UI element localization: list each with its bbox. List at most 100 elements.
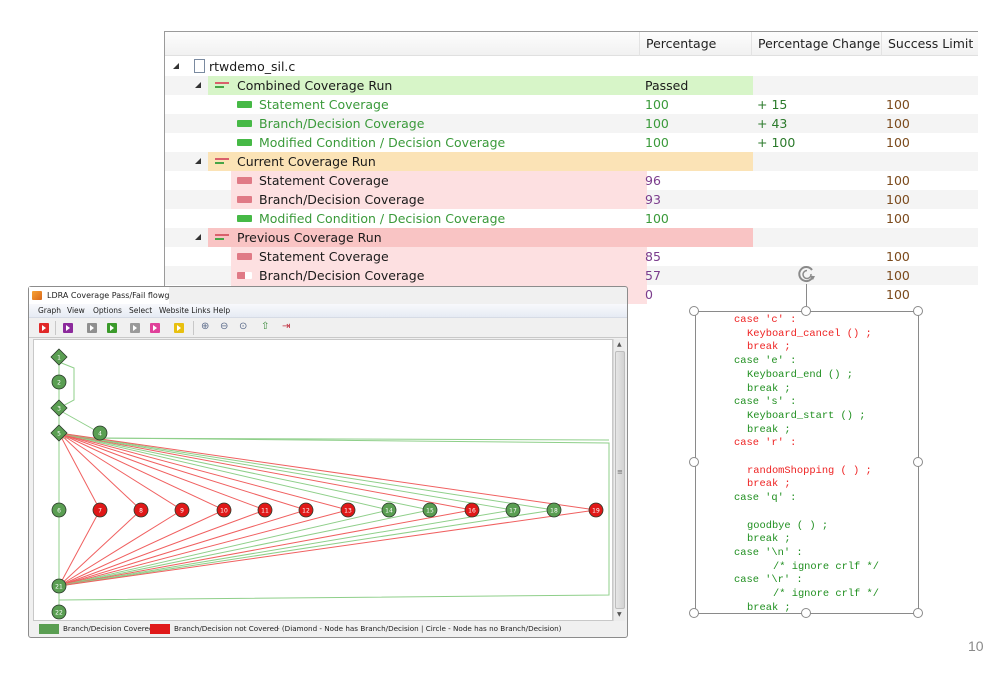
coverage-metric-label: Statement Coverage xyxy=(259,173,389,188)
success-limit-value: 100 xyxy=(886,192,910,207)
scrollbar-thumb[interactable] xyxy=(615,351,625,609)
coverage-run-row[interactable]: Previous Coverage Run xyxy=(165,228,978,247)
code-line: Keyboard_cancel () ; xyxy=(747,327,872,340)
coverage-metric-row[interactable]: Modified Condition / Decision Coverage 10… xyxy=(165,209,978,228)
success-limit-value: 100 xyxy=(886,97,910,112)
flow-red-icon[interactable] xyxy=(39,323,49,333)
go-up-icon[interactable]: ⇧ xyxy=(261,321,269,333)
column-header-percentage[interactable]: Percentage xyxy=(639,32,751,56)
scroll-down-arrow-icon[interactable]: ▼ xyxy=(617,611,622,618)
toolbar: ⊕ ⊖ ⊙ ⇧ ⇥ xyxy=(29,318,627,338)
code-line: case '\n' : xyxy=(734,546,803,559)
menu-website-links[interactable]: Website Links xyxy=(159,304,211,318)
menu-graph[interactable]: Graph xyxy=(38,304,61,318)
zoom-out-icon[interactable]: ⊖ xyxy=(220,321,228,333)
coverage-metric-row[interactable]: Branch/Decision Coverage 100 + 43 100 xyxy=(165,114,978,133)
coverage-run-row[interactable]: Combined Coverage Run Passed xyxy=(165,76,978,95)
resize-handle-top-right[interactable] xyxy=(913,306,923,316)
code-line: case 's' : xyxy=(734,396,797,409)
code-line: break ; xyxy=(747,478,791,491)
flowgraph-node-label: 15 xyxy=(426,508,434,515)
file-row[interactable]: rtwdemo_sil.c xyxy=(165,57,978,76)
column-header-success-limit[interactable]: Success Limit xyxy=(881,32,979,56)
flow-green-icon[interactable] xyxy=(107,323,117,333)
flowgraph-node-label: 17 xyxy=(509,508,517,515)
coverage-run-label: Combined Coverage Run xyxy=(237,78,393,93)
coverage-run-row[interactable]: Current Coverage Run xyxy=(165,152,978,171)
percentage-value: 100 xyxy=(645,135,669,150)
scroll-up-arrow-icon[interactable]: ▲ xyxy=(617,341,622,348)
legend-not-covered-label: Branch/Decision not Covered xyxy=(174,624,279,633)
flow-gray-icon[interactable] xyxy=(87,323,97,333)
flowgraph-node-label: 7 xyxy=(98,508,102,515)
coverage-metric-label: Branch/Decision Coverage xyxy=(259,192,425,207)
flowgraph-node-label: 13 xyxy=(344,508,352,515)
export-icon[interactable]: ⇥ xyxy=(282,321,290,333)
coverage-metric-row[interactable]: Statement Coverage 100 + 15 100 xyxy=(165,95,978,114)
rotate-handle-icon[interactable] xyxy=(797,264,817,284)
menu-options[interactable]: Options xyxy=(93,304,122,318)
flowgraph-node-label: 14 xyxy=(385,508,393,515)
flow-yellow-icon[interactable] xyxy=(174,323,184,333)
code-line: goodbye ( ) ; xyxy=(747,519,829,532)
coverage-metric-label: Modified Condition / Decision Coverage xyxy=(259,135,506,150)
resize-handle-bottom-left[interactable] xyxy=(689,608,699,618)
code-line: /* ignore crlf */ xyxy=(773,560,880,573)
code-line: case 'e' : xyxy=(734,355,797,368)
coverage-bar-icon xyxy=(237,139,252,146)
flow-pink-icon[interactable] xyxy=(150,323,160,333)
menu-select[interactable]: Select xyxy=(129,304,152,318)
legend-note: - (Diamond - Node has Branch/Decision | … xyxy=(277,624,562,633)
flowgraph-node-label: 8 xyxy=(139,508,143,515)
toolbar-separator xyxy=(193,321,194,335)
percentage-value: 93 xyxy=(645,192,661,207)
zoom-fit-icon[interactable]: ⊙ xyxy=(239,321,247,333)
flowgraph-canvas[interactable]: 1 2 3 4 5 6 7 8 9 10 11 12 13 14 15 16 17 18 19 21 22 xyxy=(33,339,613,621)
edge-5-15 xyxy=(58,432,431,511)
coverage-metric-label: Modified Condition / Decision Coverage xyxy=(259,211,506,226)
resize-handle-bottom[interactable] xyxy=(801,608,811,618)
menu-view[interactable]: View xyxy=(67,304,85,318)
flowgraph-node-label: 9 xyxy=(180,508,184,515)
code-line: case 'q' : xyxy=(734,492,797,505)
flow-gray2-icon[interactable] xyxy=(130,323,140,333)
legend-bar: Branch/Decision Covered Branch/Decision … xyxy=(33,622,623,636)
flowgraph-node-label: 19 xyxy=(592,508,600,515)
expand-collapse-icon[interactable] xyxy=(195,234,201,240)
window-title-bar[interactable]: LDRA Coverage Pass/Fail flowgraph xyxy=(29,287,169,304)
percentage-value: 0 xyxy=(645,287,653,302)
coverage-metric-row[interactable]: Branch/Decision Coverage 57 100 xyxy=(165,266,978,285)
code-line: case 'c' : xyxy=(734,314,797,326)
code-line: break ; xyxy=(747,601,791,614)
success-limit-value: 100 xyxy=(886,268,910,283)
coverage-metric-row[interactable]: Branch/Decision Coverage 93 100 xyxy=(165,190,978,209)
resize-handle-left[interactable] xyxy=(689,457,699,467)
edge-5-14 xyxy=(58,432,390,511)
flowgraph-node-label: 18 xyxy=(550,508,558,515)
percentage-change-value: + 100 xyxy=(757,135,796,150)
zoom-in-icon[interactable]: ⊕ xyxy=(201,321,209,333)
coverage-run-label: Previous Coverage Run xyxy=(237,230,382,245)
coverage-bar-icon xyxy=(237,101,252,108)
expand-collapse-icon[interactable] xyxy=(195,82,201,88)
coverage-run-icon xyxy=(215,158,229,164)
flow-purple-icon[interactable] xyxy=(63,323,73,333)
vertical-scrollbar[interactable]: ▲ ≡ ▼ xyxy=(613,339,625,621)
edge-12-21 xyxy=(58,509,307,587)
flowgraph-node-label: 11 xyxy=(261,508,269,515)
expand-collapse-icon[interactable] xyxy=(195,158,201,164)
coverage-metric-row[interactable]: Statement Coverage 85 100 xyxy=(165,247,978,266)
column-header-percentage-change[interactable]: Percentage Change xyxy=(751,32,881,56)
coverage-metric-row[interactable]: Modified Condition / Decision Coverage 10… xyxy=(165,133,978,152)
coverage-metric-row[interactable]: Statement Coverage 96 100 xyxy=(165,171,978,190)
expand-collapse-icon[interactable] xyxy=(173,63,179,69)
menu-help[interactable]: Help xyxy=(213,304,230,318)
resize-handle-right[interactable] xyxy=(913,457,923,467)
resize-handle-bottom-right[interactable] xyxy=(913,608,923,618)
code-snippet-textbox[interactable]: case 'c' : Keyboard_cancel () ; break ; cas… xyxy=(695,311,919,614)
coverage-bar-icon xyxy=(237,215,252,222)
coverage-bar-icon xyxy=(237,196,252,203)
resize-handle-top-left[interactable] xyxy=(689,306,699,316)
table-header: Percentage Percentage Change Success Lim… xyxy=(165,32,978,56)
resize-handle-top[interactable] xyxy=(801,306,811,316)
